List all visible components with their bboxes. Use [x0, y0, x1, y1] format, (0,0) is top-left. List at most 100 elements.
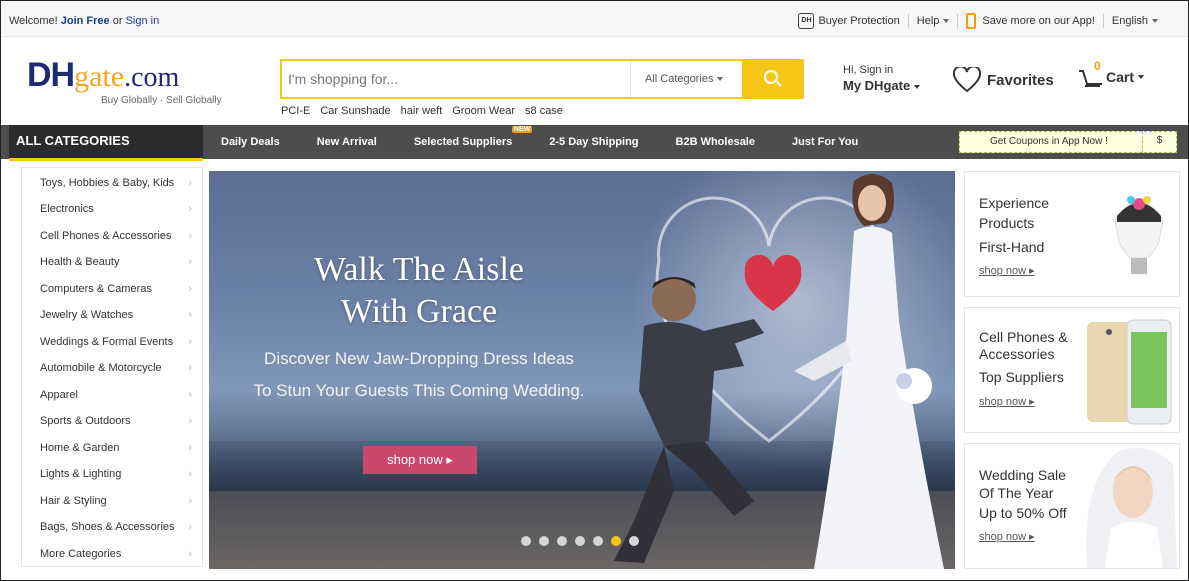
banner-subtitle-2: To Stun Your Guests This Coming Wedding. [253, 381, 585, 400]
category-item[interactable]: Sports & Outdoors › [22, 408, 204, 434]
chevron-right-icon: › [188, 468, 192, 480]
account-menu[interactable]: Hi, Sign in My DHgate [843, 64, 921, 93]
carousel-dots [521, 536, 639, 546]
favorites-label: Favorites [987, 71, 1054, 89]
category-item[interactable]: Jewelry & Watches › [22, 302, 204, 328]
category-label: Toys, Hobbies & Baby, Kids [40, 177, 175, 189]
hot-search-term[interactable]: Car Sunshade [320, 105, 390, 117]
search-input[interactable] [288, 67, 618, 91]
hot-search-term[interactable]: s8 case [525, 105, 563, 117]
promo-shop-now-link[interactable]: shop now ▸ [979, 530, 1035, 543]
coupon-label: Get Coupons in App Now ! [990, 136, 1108, 147]
smart-bulb-image [1114, 196, 1164, 274]
divider [957, 14, 959, 28]
carousel-dot[interactable] [539, 536, 549, 546]
nav-link-new-arrival[interactable]: New Arrival [317, 136, 377, 148]
hot-search-term[interactable]: PCI-E [281, 105, 310, 117]
join-free-link[interactable]: Join Free [61, 15, 110, 27]
logo-tagline: Buy Globally · Sell Globally [101, 95, 222, 106]
banner-subtitle-1: Discover New Jaw-Dropping Dress Ideas [264, 349, 574, 368]
banner-headline-1: Walk The Aisle [313, 251, 525, 288]
category-item[interactable]: More Categories › [22, 541, 204, 567]
chevron-down-icon [1152, 19, 1158, 24]
category-item[interactable]: Bags, Shoes & Accessories › [22, 514, 204, 540]
top-bar-right: DH Buyer Protection Help Save more on ou… [798, 13, 1158, 29]
page: Welcome! Join Free or Sign in DH Buyer P… [0, 0, 1189, 581]
hot-search-term[interactable]: hair weft [401, 105, 443, 117]
category-item[interactable]: Toys, Hobbies & Baby, Kids › [22, 170, 204, 196]
category-item[interactable]: Apparel › [22, 382, 204, 408]
chevron-down-icon [943, 19, 950, 24]
nav-link-just-for-you[interactable]: Just For You [792, 136, 858, 148]
promo-shop-now-link[interactable]: shop now ▸ [979, 395, 1035, 408]
promo-line: Experience [979, 195, 1050, 211]
chevron-right-icon: › [188, 256, 192, 268]
hot-search-term[interactable]: Groom Wear [452, 105, 515, 117]
cart-link[interactable]: 0 Cart [1078, 59, 1145, 89]
category-label: Health & Beauty [40, 256, 120, 268]
banner-shop-now-button[interactable]: shop now ▸ [363, 446, 477, 474]
category-item[interactable]: Hair & Styling › [22, 488, 204, 514]
category-item[interactable]: Health & Beauty › [22, 249, 204, 275]
category-select[interactable]: All Categories [630, 61, 740, 97]
chevron-right-icon: › [188, 389, 192, 401]
category-label: Computers & Cameras [40, 283, 152, 295]
category-item[interactable]: Weddings & Formal Events › [22, 329, 204, 355]
language-menu[interactable]: English [1112, 15, 1158, 27]
cart-label: Cart [1106, 69, 1135, 85]
promo-experience-products[interactable]: Experience Products First-Hand shop now … [964, 171, 1180, 297]
chevron-down-icon [1138, 75, 1145, 79]
favorites-link[interactable]: Favorites [953, 67, 1054, 93]
nav-link-selected-suppliers[interactable]: Selected Suppliers NEW [414, 126, 533, 148]
logo[interactable]: DHgate.com Buy Globally · Sell Globally [27, 58, 222, 106]
search-button[interactable] [742, 61, 802, 97]
welcome-label: Welcome! [9, 15, 58, 27]
hero-banner[interactable]: Walk The Aisle With Grace Discover New J… [209, 171, 955, 569]
bride-portrait-image [1086, 448, 1177, 568]
search-bar: All Categories [280, 59, 804, 99]
chevron-right-icon: › [188, 442, 192, 454]
chevron-right-icon: › [188, 521, 192, 533]
chevron-right-icon: › [188, 362, 192, 374]
promo-line: Accessories [979, 346, 1055, 362]
heart-icon [953, 67, 981, 93]
chevron-right-icon: › [188, 203, 192, 215]
promo-shop-now-link[interactable]: shop now ▸ [979, 264, 1035, 277]
divider [907, 14, 909, 28]
chevron-down-icon [717, 77, 724, 82]
chevron-right-icon: › [188, 177, 192, 189]
help-menu[interactable]: Help [917, 15, 950, 27]
my-dhgate-label: My DHgate [843, 78, 911, 93]
category-item[interactable]: Cell Phones & Accessories › [22, 223, 204, 249]
nav-link-b2b[interactable]: B2B Wholesale [676, 136, 755, 148]
category-label: Electronics [40, 203, 94, 215]
carousel-dot[interactable] [593, 536, 603, 546]
dollar-icon: $ [1142, 131, 1176, 153]
category-label: Jewelry & Watches [40, 309, 134, 321]
buyer-protection-link[interactable]: Buyer Protection [818, 15, 899, 27]
app-link[interactable]: Save more on our App! [982, 15, 1095, 27]
category-item[interactable]: Automobile & Motorcycle › [22, 355, 204, 381]
category-item[interactable]: Computers & Cameras › [22, 276, 204, 302]
carousel-dot[interactable] [629, 536, 639, 546]
promo-line: Top Suppliers [979, 369, 1064, 385]
or-label: or [112, 15, 123, 27]
sign-in-link[interactable]: Sign in [126, 15, 160, 27]
promo-wedding-sale[interactable]: Wedding Sale Of The Year Up to 50% Off s… [964, 443, 1180, 569]
buyer-protection-icon: DH [798, 13, 815, 29]
logo-com: .com [124, 62, 180, 93]
carousel-dot-active[interactable] [611, 536, 621, 546]
nav-link-shipping[interactable]: 2-5 Day Shipping [549, 136, 638, 148]
category-item[interactable]: Home & Garden › [22, 435, 204, 461]
coupon-button[interactable]: Get Coupons in App Now ! $ [959, 131, 1177, 153]
carousel-dot[interactable] [575, 536, 585, 546]
promo-cell-phones[interactable]: Cell Phones & Accessories Top Suppliers … [964, 307, 1180, 433]
category-label: Cell Phones & Accessories [40, 230, 172, 242]
carousel-dot[interactable] [557, 536, 567, 546]
nav-link-daily-deals[interactable]: Daily Deals [221, 136, 280, 148]
phone-icon [966, 13, 977, 29]
category-item[interactable]: Electronics › [22, 196, 204, 222]
carousel-dot[interactable] [521, 536, 531, 546]
category-item[interactable]: Lights & Lighting › [22, 461, 204, 487]
all-categories-button[interactable]: ALL CATEGORIES [9, 125, 203, 161]
